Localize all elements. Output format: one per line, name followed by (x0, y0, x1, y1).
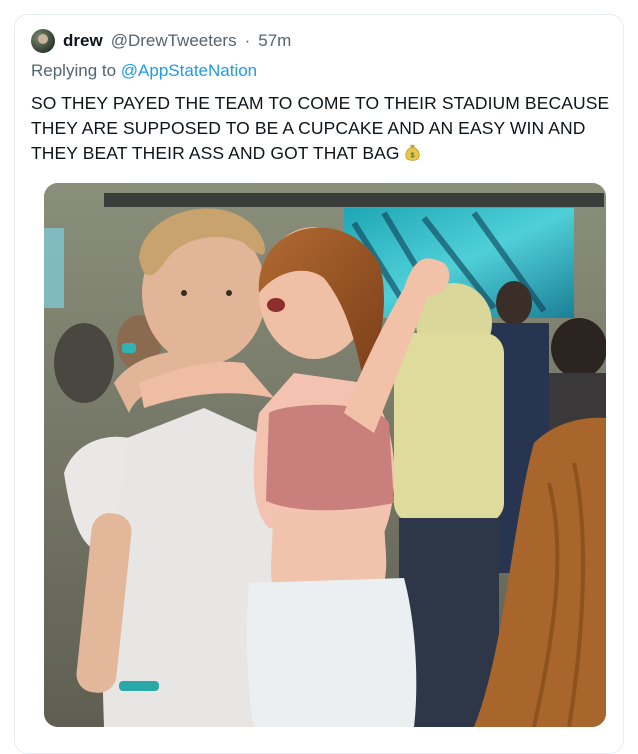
separator-dot: · (244, 31, 251, 50)
tweet-header: drew @DrewTweeters · 57m (31, 29, 291, 53)
tweet-text-block: SO THEY PAYED THE TEAM TO COME TO THEIR … (31, 91, 616, 166)
money-bag-icon: $ (405, 144, 420, 161)
tweet-photo[interactable] (44, 183, 606, 727)
tweet-text: SO THEY PAYED THE TEAM TO COME TO THEIR … (31, 93, 610, 163)
tweet-card[interactable]: drew @DrewTweeters · 57m Replying to @Ap… (14, 14, 624, 754)
reply-to-link[interactable]: @AppStateNation (121, 61, 257, 80)
photo-illustration (44, 183, 606, 727)
display-name[interactable]: drew (63, 30, 103, 52)
reply-context: Replying to @AppStateNation (31, 61, 257, 81)
avatar[interactable] (31, 29, 55, 53)
svg-text:$: $ (410, 151, 415, 160)
timestamp[interactable]: 57m (258, 30, 291, 52)
reply-prefix: Replying to (31, 61, 117, 80)
user-handle[interactable]: @DrewTweeters (111, 30, 237, 52)
